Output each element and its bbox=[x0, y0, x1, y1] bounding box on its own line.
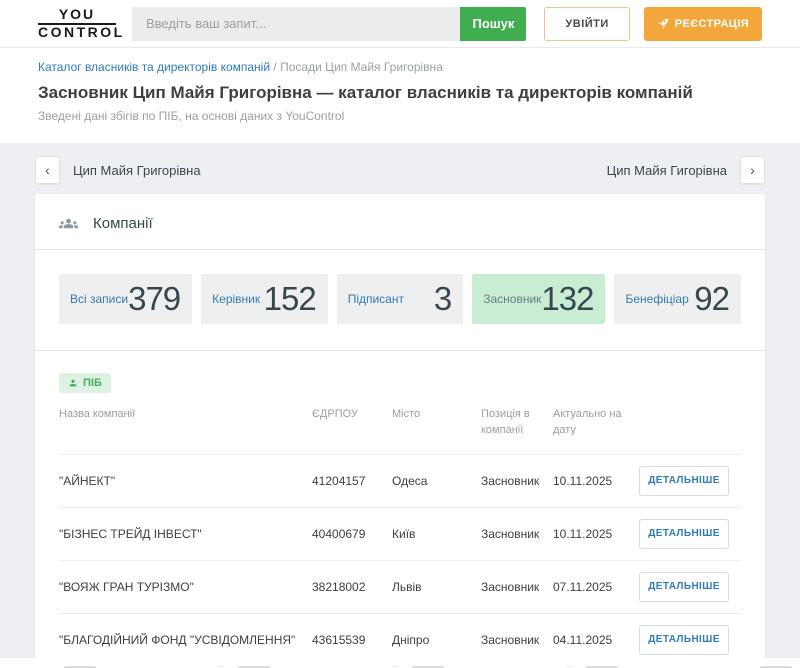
companies-table: ПІБ Назва компанії ЄДРПОУ Місто Позиція … bbox=[35, 373, 765, 667]
bottom-card[interactable] bbox=[224, 658, 392, 668]
tab-value: 3 bbox=[434, 280, 451, 318]
company-name-cell: "БІЗНЕС ТРЕЙД ІНВЕСТ" bbox=[59, 527, 312, 541]
bottom-card[interactable] bbox=[572, 658, 740, 668]
search-button[interactable]: Пошук bbox=[460, 7, 526, 41]
edrpou-cell: 43615539 bbox=[312, 633, 392, 647]
chevron-left-icon: ‹ bbox=[45, 163, 50, 177]
date-cell: 10.11.2025 bbox=[553, 474, 639, 488]
groups-icon bbox=[59, 214, 78, 233]
tab-value: 132 bbox=[541, 280, 593, 318]
companies-card: Компанії Всі записи 379 Керівник 152 Під… bbox=[35, 194, 765, 668]
role-tabs: Всі записи 379 Керівник 152 Підписант 3 … bbox=[35, 250, 765, 351]
bottom-card[interactable] bbox=[398, 658, 566, 668]
tab-value: 379 bbox=[128, 280, 180, 318]
company-name-cell: "АЙНЕКТ" bbox=[59, 474, 312, 488]
position-cell: Засновник bbox=[481, 580, 553, 594]
person-pager: ‹ Цип Майя Григорівна Цип Майя Гигорівна… bbox=[35, 156, 765, 184]
col-header-edrpou: ЄДРПОУ bbox=[312, 407, 392, 423]
edrpou-cell: 38218002 bbox=[312, 580, 392, 594]
table-row: "АЙНЕКТ" 41204157 Одеса Засновник 10.11.… bbox=[59, 455, 741, 508]
pib-filter-badge[interactable]: ПІБ bbox=[59, 373, 111, 393]
edrpou-cell: 40400679 bbox=[312, 527, 392, 541]
login-button[interactable]: УВІЙТИ bbox=[544, 7, 629, 41]
col-header-name: Назва компанії bbox=[59, 407, 312, 423]
prev-person-label: Цип Майя Григорівна bbox=[73, 163, 201, 178]
breadcrumb-link[interactable]: Каталог власників та директорів компаній bbox=[38, 60, 270, 74]
bottom-card[interactable] bbox=[0, 658, 44, 668]
next-person-label: Цип Майя Гигорівна bbox=[607, 163, 727, 178]
table-row: "БІЗНЕС ТРЕЙД ІНВЕСТ" 40400679 Київ Засн… bbox=[59, 508, 741, 561]
tab-benefitsiar[interactable]: Бенефіціар 92 bbox=[614, 274, 741, 324]
header: YOU CONTROL Пошук УВІЙТИ РЕЄСТРАЦІЯ bbox=[0, 0, 800, 48]
date-cell: 04.11.2025 bbox=[553, 633, 639, 647]
position-cell: Засновник bbox=[481, 527, 553, 541]
city-cell: Львів bbox=[392, 580, 481, 594]
tab-zasnovnyk[interactable]: Засновник 132 bbox=[472, 274, 605, 324]
chevron-right-icon: › bbox=[750, 163, 755, 177]
section-title: Компанії bbox=[93, 215, 153, 232]
prev-person-button[interactable]: ‹ bbox=[35, 156, 60, 184]
main-content: ‹ Цип Майя Григорівна Цип Майя Гигорівна… bbox=[0, 143, 800, 668]
edrpou-cell: 41204157 bbox=[312, 474, 392, 488]
details-button[interactable]: ДЕТАЛЬНІШЕ bbox=[639, 466, 729, 496]
breadcrumb-current: Посади Цип Майя Григорівна bbox=[280, 60, 443, 74]
position-cell: Засновник bbox=[481, 474, 553, 488]
tab-pidpysant[interactable]: Підписант 3 bbox=[337, 274, 464, 324]
tab-label: Всі записи bbox=[70, 292, 128, 306]
tab-label: Засновник bbox=[483, 292, 541, 306]
pager-next-group: Цип Майя Гигорівна › bbox=[594, 156, 765, 184]
page-header: Каталог власників та директорів компаній… bbox=[0, 48, 800, 143]
details-button[interactable]: ДЕТАЛЬНІШЕ bbox=[639, 572, 729, 602]
pib-badge-label: ПІБ bbox=[83, 377, 102, 389]
bottom-card[interactable] bbox=[746, 658, 800, 668]
details-button[interactable]: ДЕТАЛЬНІШЕ bbox=[639, 519, 729, 549]
logo-text-top: YOU bbox=[38, 7, 116, 25]
city-cell: Одеса bbox=[392, 474, 481, 488]
table-row: "ВОЯЖ ГРАН ТУРІЗМО" 38218002 Львів Засно… bbox=[59, 561, 741, 614]
rocket-icon bbox=[657, 18, 669, 30]
search-input[interactable] bbox=[132, 7, 460, 41]
search-bar: Пошук bbox=[132, 7, 526, 41]
pager-prev-group: ‹ Цип Майя Григорівна bbox=[35, 156, 214, 184]
date-cell: 07.11.2025 bbox=[553, 580, 639, 594]
bottom-card[interactable] bbox=[50, 658, 218, 668]
date-cell: 10.11.2025 bbox=[553, 527, 639, 541]
col-header-position: Позиція в компанії bbox=[481, 407, 553, 439]
tab-label: Підписант bbox=[348, 292, 404, 306]
breadcrumb-separator: / bbox=[273, 60, 276, 74]
bottom-card-row bbox=[0, 658, 800, 668]
col-header-date: Актуально на дату bbox=[553, 407, 639, 439]
youcontrol-logo[interactable]: YOU CONTROL bbox=[38, 7, 116, 39]
page-title: Засновник Цип Майя Григорівна — каталог … bbox=[38, 83, 762, 103]
top-section: YOU CONTROL Пошук УВІЙТИ РЕЄСТРАЦІЯ Ката… bbox=[0, 0, 800, 143]
page-subtitle: Зведені дані збігів по ПІБ, на основі да… bbox=[38, 109, 762, 123]
filter-badge-row: ПІБ bbox=[59, 373, 741, 393]
company-name-cell: "БЛАГОДІЙНИЙ ФОНД "УСВІДОМЛЕННЯ" bbox=[59, 633, 312, 647]
person-icon bbox=[68, 378, 78, 388]
tab-all-records[interactable]: Всі записи 379 bbox=[59, 274, 192, 324]
breadcrumb: Каталог власників та директорів компаній… bbox=[38, 60, 762, 74]
col-header-city: Місто bbox=[392, 407, 481, 423]
register-button[interactable]: РЕЄСТРАЦІЯ bbox=[644, 7, 762, 41]
next-person-button[interactable]: › bbox=[740, 156, 765, 184]
company-name-cell: "ВОЯЖ ГРАН ТУРІЗМО" bbox=[59, 580, 312, 594]
details-button[interactable]: ДЕТАЛЬНІШЕ bbox=[639, 625, 729, 655]
register-button-label: РЕЄСТРАЦІЯ bbox=[675, 18, 749, 30]
tab-value: 92 bbox=[694, 280, 729, 318]
table-header-row: Назва компанії ЄДРПОУ Місто Позиція в ко… bbox=[59, 407, 741, 455]
position-cell: Засновник bbox=[481, 633, 553, 647]
tab-value: 152 bbox=[264, 280, 316, 318]
city-cell: Київ bbox=[392, 527, 481, 541]
tab-label: Керівник bbox=[212, 292, 260, 306]
tab-label: Бенефіціар bbox=[625, 292, 688, 306]
companies-card-header: Компанії bbox=[35, 194, 765, 250]
logo-text-bottom: CONTROL bbox=[38, 25, 116, 40]
tab-kerivnyk[interactable]: Керівник 152 bbox=[201, 274, 328, 324]
city-cell: Дніпро bbox=[392, 633, 481, 647]
